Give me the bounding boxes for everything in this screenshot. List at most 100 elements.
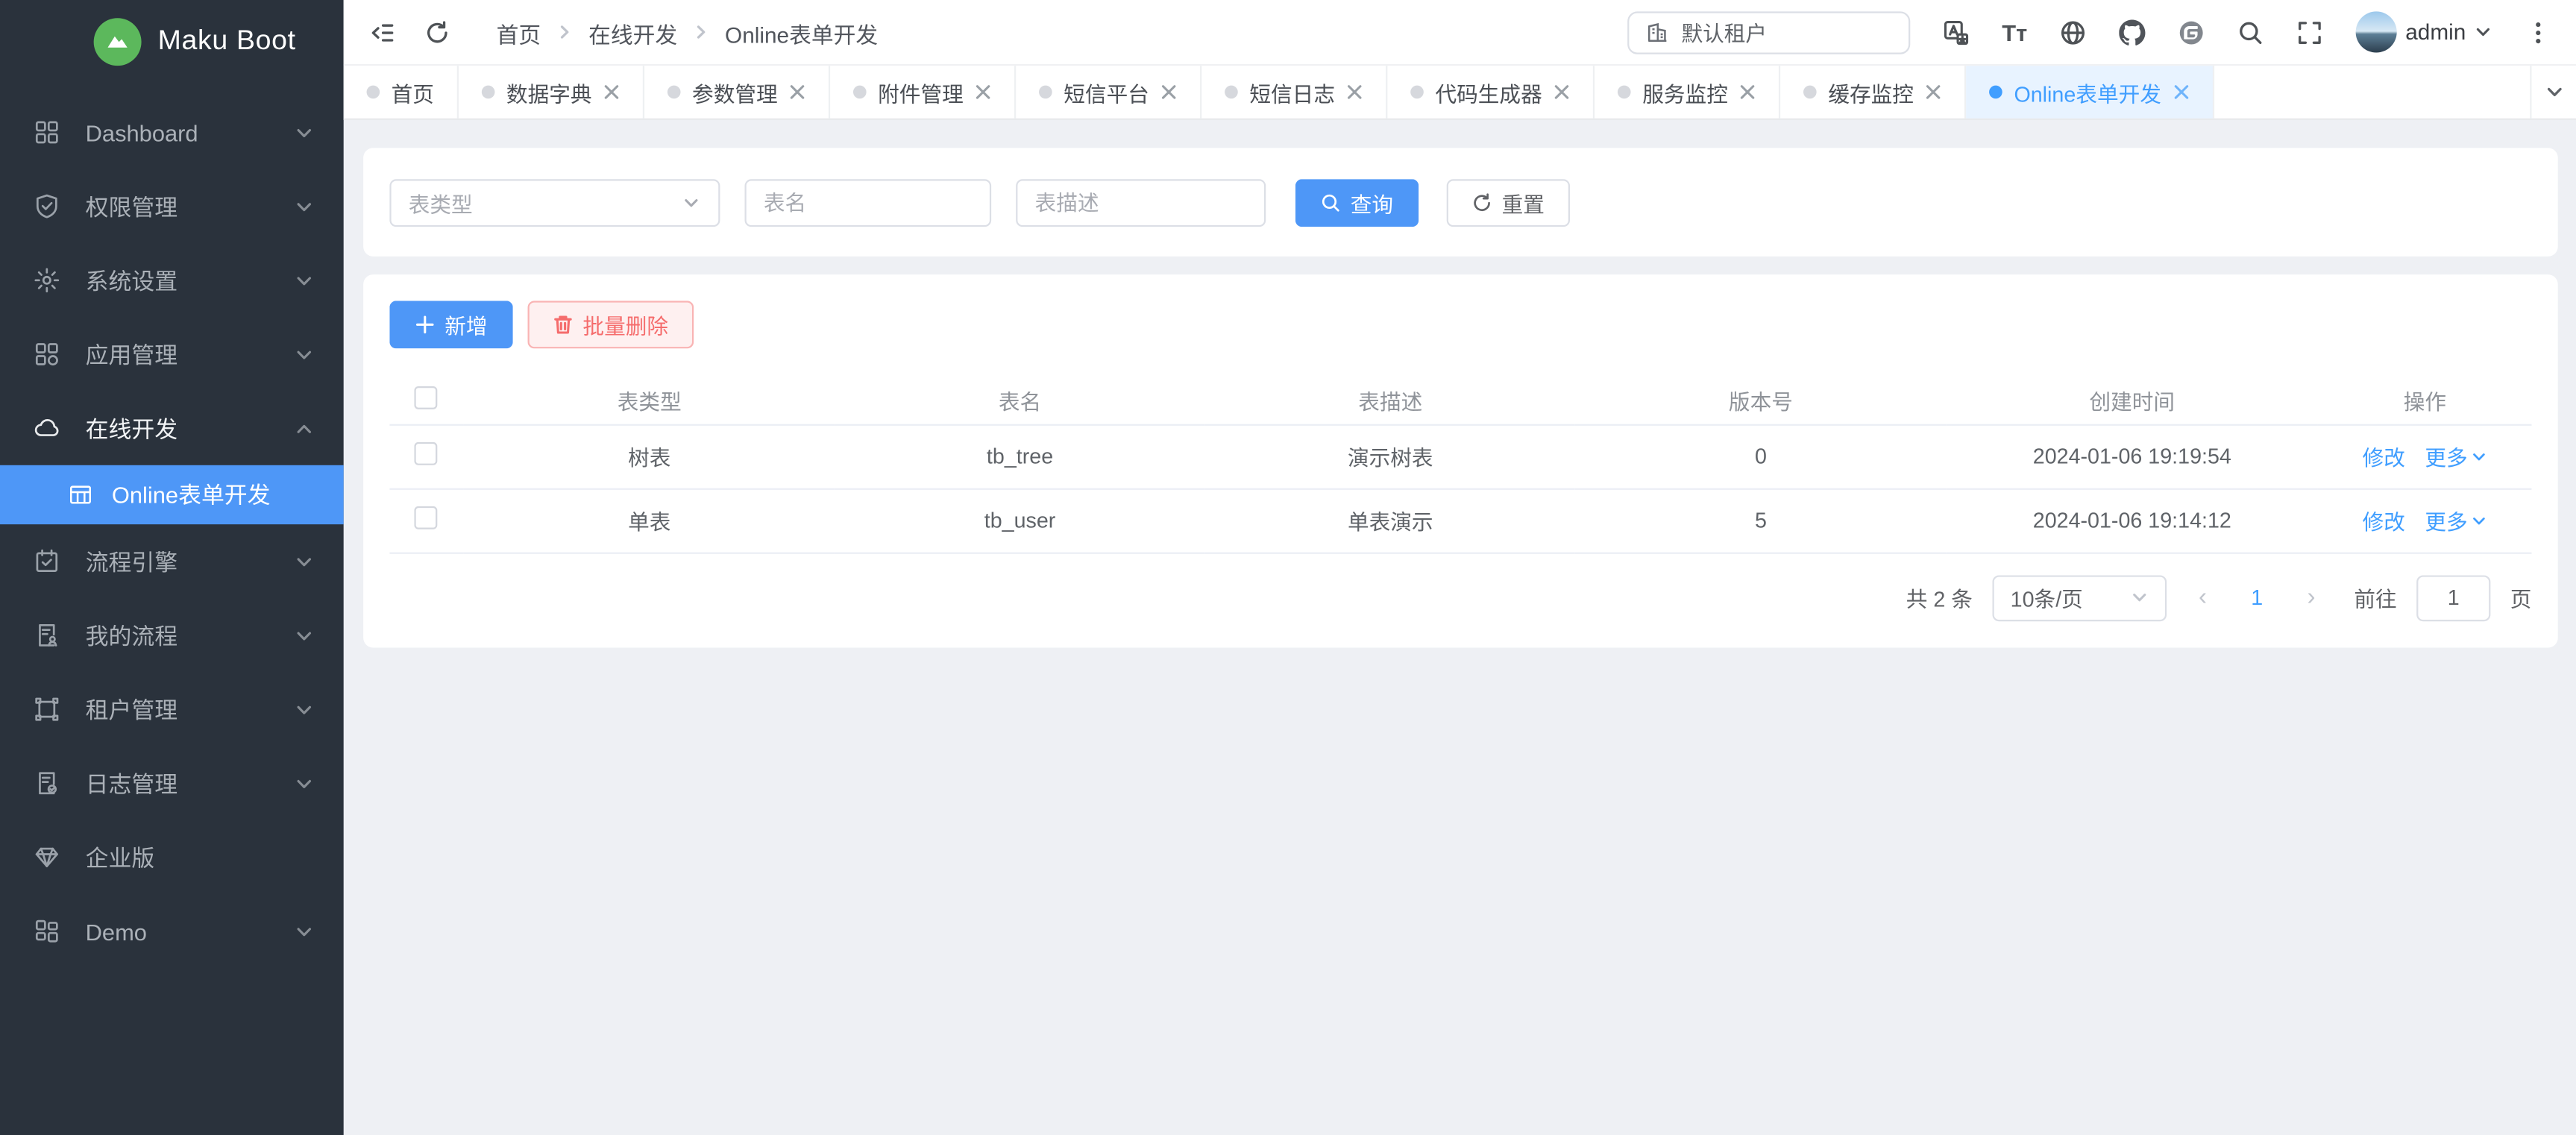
tab-close-icon[interactable]: [2173, 84, 2189, 100]
tab-online-form-dev[interactable]: Online表单开发: [1967, 66, 2214, 119]
sidebar-item-enterprise[interactable]: 企业版: [0, 820, 344, 894]
user-menu[interactable]: admin: [2356, 11, 2492, 52]
sidebar-item-tenant-management[interactable]: 租户管理: [0, 673, 344, 746]
tab-close-icon[interactable]: [1925, 84, 1941, 100]
chevron-right-icon: [692, 23, 710, 41]
cell-table-type: 树表: [464, 424, 835, 488]
tab-data-dict[interactable]: 数据字典: [459, 66, 644, 119]
breadcrumb-item[interactable]: 首页: [497, 16, 541, 48]
chevron-down-icon: [2544, 82, 2563, 101]
row-checkbox[interactable]: [415, 506, 438, 529]
edit-link[interactable]: 修改: [2363, 445, 2405, 470]
search-button[interactable]: 查询: [1295, 178, 1418, 226]
table-toolbar: 新增 批量删除: [389, 301, 2531, 348]
table-desc-input[interactable]: [1015, 178, 1265, 226]
chevron-down-icon: [2471, 512, 2487, 529]
sidebar-item-permissions[interactable]: 权限管理: [0, 169, 344, 243]
font-size-icon[interactable]: Tт: [2002, 21, 2027, 44]
gitee-icon[interactable]: [2178, 19, 2205, 45]
fullscreen-icon[interactable]: [2297, 19, 2323, 45]
frame-icon: [33, 695, 60, 723]
translate-icon[interactable]: [1943, 19, 1969, 45]
tab-service-monitor[interactable]: 服务监控: [1595, 66, 1780, 119]
table-type-placeholder: 表类型: [409, 186, 473, 218]
add-button[interactable]: 新增: [389, 301, 512, 348]
tab-close-icon[interactable]: [1346, 84, 1363, 100]
chevron-up-icon: [295, 418, 314, 438]
select-all-checkbox[interactable]: [415, 386, 438, 409]
tab-close-icon[interactable]: [1160, 84, 1177, 100]
column-header: 表类型: [464, 377, 835, 424]
tab-sms-log[interactable]: 短信日志: [1201, 66, 1387, 119]
sidebar-item-app-management[interactable]: 应用管理: [0, 317, 344, 391]
tab-param-mgmt[interactable]: 参数管理: [644, 66, 830, 119]
sidebar-item-label: 日志管理: [86, 767, 295, 799]
tab-attachment-mgmt[interactable]: 附件管理: [830, 66, 1016, 119]
shield-check-icon: [33, 192, 60, 220]
tab-status-dot: [367, 86, 380, 99]
goto-page-input[interactable]: [2416, 574, 2490, 620]
tabs-overflow-toggle[interactable]: [2530, 66, 2576, 119]
mountain-icon: [94, 17, 142, 65]
fold-sidebar-icon[interactable]: [368, 19, 395, 45]
trash-icon: [552, 314, 574, 336]
doc-check-icon: [33, 770, 60, 797]
sidebar-item-online-form-dev[interactable]: Online表单开发: [0, 465, 344, 524]
tab-close-icon[interactable]: [1739, 84, 1756, 100]
tenant-value: 默认租户: [1681, 16, 1767, 48]
table-type-select[interactable]: 表类型: [389, 178, 719, 226]
gear-icon: [33, 266, 60, 294]
sidebar-item-workflow-engine[interactable]: 流程引擎: [0, 524, 344, 598]
tab-status-dot: [1410, 86, 1424, 99]
more-dots-icon[interactable]: [2525, 19, 2551, 45]
more-link[interactable]: 更多: [2425, 441, 2487, 472]
tab-code-generator[interactable]: 代码生成器: [1388, 66, 1595, 119]
search-icon[interactable]: [2237, 19, 2264, 45]
batch-delete-button[interactable]: 批量删除: [527, 301, 693, 348]
sidebar-item-label: 流程引擎: [86, 545, 295, 578]
header: 首页 在线开发 Online表单开发 默认租户 Tт: [344, 0, 2576, 66]
avatar: [2356, 11, 2397, 52]
next-page-button[interactable]: ›: [2295, 583, 2328, 611]
refresh-icon: [1471, 192, 1492, 213]
sidebar-item-system-settings[interactable]: 系统设置: [0, 243, 344, 317]
globe-icon[interactable]: [2060, 19, 2086, 45]
refresh-icon[interactable]: [424, 19, 450, 45]
github-icon[interactable]: [2120, 19, 2146, 45]
filter-card: 表类型 查询 重置: [362, 148, 2558, 256]
sidebar-item-dashboard[interactable]: Dashboard: [0, 95, 344, 169]
data-table: 表类型 表名 表描述 版本号 创建时间 操作 树表 tb_tree: [389, 377, 2531, 553]
page-size-select[interactable]: 10条/页: [1992, 574, 2167, 620]
breadcrumb-item[interactable]: 在线开发: [588, 16, 677, 48]
sidebar-item-online-dev[interactable]: 在线开发: [0, 392, 344, 465]
tab-close-icon[interactable]: [975, 84, 991, 100]
tab-status-dot: [1039, 86, 1052, 99]
apps-icon: [33, 340, 60, 368]
tab-status-dot: [853, 86, 867, 99]
tab-sms-platform[interactable]: 短信平台: [1016, 66, 1201, 119]
reset-button[interactable]: 重置: [1446, 178, 1569, 226]
edit-link[interactable]: 修改: [2363, 509, 2405, 534]
tab-home[interactable]: 首页: [344, 66, 459, 119]
sidebar-item-my-workflow[interactable]: 我的流程: [0, 598, 344, 672]
sidebar-item-label: Online表单开发: [112, 478, 271, 511]
tab-cache-monitor[interactable]: 缓存监控: [1780, 66, 1966, 119]
cell-table-name: tb_user: [835, 488, 1205, 553]
tab-close-icon[interactable]: [1554, 84, 1570, 100]
table-name-input[interactable]: [744, 178, 990, 226]
row-checkbox[interactable]: [415, 442, 438, 465]
logo: Maku Boot: [0, 0, 344, 82]
more-link[interactable]: 更多: [2425, 505, 2487, 536]
goto-label: 前往: [2354, 582, 2396, 613]
tenant-select[interactable]: 默认租户: [1627, 10, 1910, 53]
sidebar-item-label: 租户管理: [86, 693, 295, 726]
tab-close-icon[interactable]: [603, 84, 620, 100]
prev-page-button[interactable]: ‹: [2187, 583, 2220, 611]
chevron-down-icon: [295, 345, 314, 364]
main-area: 首页 在线开发 Online表单开发 默认租户 Tт: [344, 0, 2576, 1135]
table-header-row: 表类型 表名 表描述 版本号 创建时间 操作: [389, 377, 2531, 424]
sidebar-item-log-management[interactable]: 日志管理: [0, 746, 344, 820]
sidebar-item-demo[interactable]: Demo: [0, 894, 344, 968]
current-page[interactable]: 1: [2239, 585, 2275, 610]
tab-close-icon[interactable]: [789, 84, 805, 100]
